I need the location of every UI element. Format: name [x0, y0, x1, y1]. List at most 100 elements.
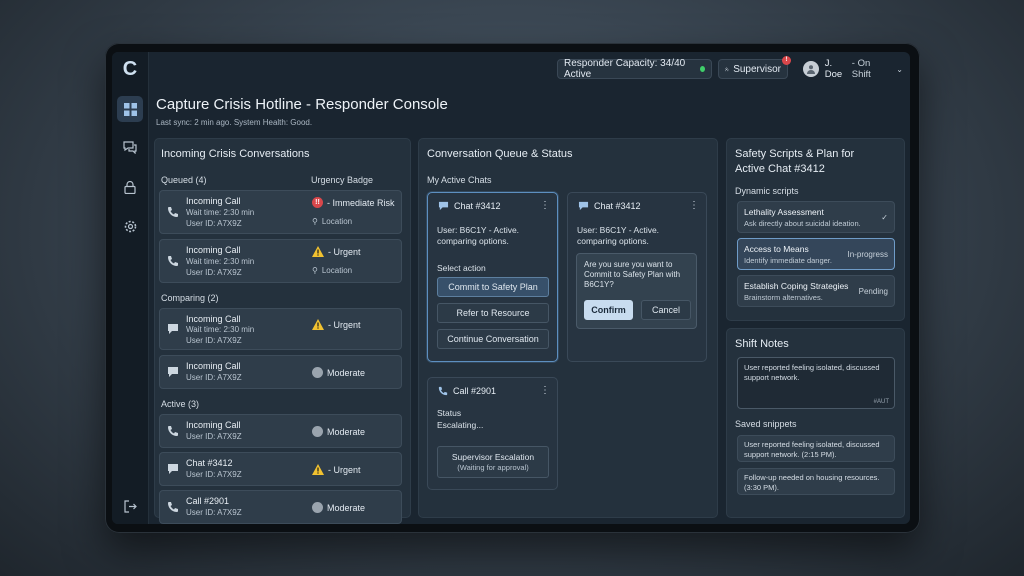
comparing-group-label: Comparing (2)	[161, 293, 219, 303]
user-name: J. Doe	[824, 58, 843, 80]
script-item[interactable]: Access to Means Identify immediate dange…	[737, 238, 895, 270]
incoming-panel: Incoming Crisis Conversations Queued (4)…	[154, 138, 411, 524]
chat-status-line: comparing options.	[577, 236, 649, 246]
urgency-badge: Moderate	[312, 426, 365, 437]
scripts-title-chat: Active Chat #3412	[735, 163, 825, 175]
script-status: Pending	[858, 287, 888, 296]
item-title: Incoming Call	[186, 361, 241, 371]
active-chat-card[interactable]: Chat #3412 ⋮ User: B6C1Y - Active. compa…	[427, 192, 558, 362]
chat-bubbles-icon	[123, 140, 137, 154]
my-chats-label: My Active Chats	[427, 175, 492, 185]
check-icon: ✓	[881, 213, 888, 222]
script-desc: Identify immediate danger.	[744, 256, 832, 265]
notes-title: Shift Notes	[735, 338, 789, 350]
messages-nav-button[interactable]	[117, 134, 143, 160]
queue-item[interactable]: Incoming Call Wait time: 2:30 min User I…	[159, 308, 402, 350]
more-options-icon[interactable]: ⋮	[540, 200, 550, 211]
online-status-dot	[699, 66, 705, 72]
script-title: Establish Coping Strategies	[744, 281, 849, 291]
active-group-label: Active (3)	[161, 399, 200, 409]
item-user: User ID: A7X9Z	[186, 470, 242, 479]
refer-resource-button[interactable]: Refer to Resource	[437, 303, 549, 323]
item-user: User ID: A7X9Z	[186, 373, 242, 382]
chat-status-line: User: B6C1Y - Active.	[437, 225, 520, 235]
phone-icon	[168, 256, 178, 266]
user-status: - On Shift	[851, 58, 871, 80]
commit-safety-plan-button[interactable]: Commit to Safety Plan	[437, 277, 549, 297]
snippet-text: (3:30 PM).	[744, 483, 780, 492]
chat-header: Chat #3412	[578, 201, 641, 211]
urgency-header: Urgency Badge	[311, 175, 374, 185]
queue-item[interactable]: Incoming Call Wait time: 2:30 min User I…	[159, 190, 402, 234]
queue-item[interactable]: Incoming Call User ID: A7X9Z Moderate	[159, 414, 402, 448]
capacity-indicator: Responder Capacity: 34/40 Active	[557, 58, 712, 80]
continue-conversation-button[interactable]: Continue Conversation	[437, 329, 549, 349]
avatar	[803, 61, 819, 77]
script-desc: Ask directly about suicidal ideation.	[744, 219, 861, 228]
active-call-card[interactable]: Call #2901 ⋮ Status Escalating... Superv…	[427, 377, 558, 490]
supervisor-label: Supervisor	[733, 63, 781, 75]
more-options-icon[interactable]: ⋮	[540, 385, 550, 396]
confirm-text: Commit to Safety Plan with	[584, 270, 681, 279]
app-logo: C	[122, 58, 138, 80]
location-link[interactable]: ⚲ Location	[312, 217, 352, 226]
item-title: Incoming Call	[186, 196, 241, 206]
saved-snippet[interactable]: Follow-up needed on housing resources. (…	[737, 468, 895, 495]
settings-nav-button[interactable]	[117, 213, 143, 239]
sync-status: Last sync: 2 min ago. System Health: Goo…	[156, 118, 313, 127]
chat-icon	[438, 201, 449, 211]
item-title: Chat #3412	[186, 458, 233, 468]
gear-icon	[124, 220, 136, 232]
queue-item[interactable]: Incoming Call Wait time: 2:30 min User I…	[159, 239, 402, 283]
queue-title: Conversation Queue & Status	[427, 148, 573, 160]
urgency-badge: Moderate	[312, 367, 365, 378]
badge-text: Moderate	[327, 367, 366, 378]
badge-text: - Urgent	[328, 246, 361, 257]
cancel-button[interactable]: Cancel	[641, 300, 691, 320]
immediate-risk-icon: !!	[312, 197, 323, 208]
security-nav-button[interactable]	[117, 174, 143, 200]
moderate-icon	[312, 426, 323, 437]
chat-status-line: User: B6C1Y - Active.	[577, 225, 660, 235]
active-chat-card[interactable]: Chat #3412 ⋮ User: B6C1Y - Active. compa…	[567, 192, 707, 362]
script-desc: Brainstorm alternatives.	[744, 293, 823, 302]
call-header: Call #2901	[438, 386, 496, 396]
saved-snippet[interactable]: User reported feeling isolated, discusse…	[737, 435, 895, 462]
note-text: support network.	[744, 373, 800, 382]
badge-text: - Immediate Risk	[327, 197, 395, 208]
queue-item[interactable]: Chat #3412 User ID: A7X9Z - Urgent	[159, 452, 402, 486]
supervisor-escalation-button[interactable]: Supervisor Escalation (Waiting for appro…	[437, 446, 549, 478]
script-item[interactable]: Establish Coping Strategies Brainstorm a…	[737, 275, 895, 307]
logout-nav-button[interactable]	[117, 493, 143, 519]
confirm-text: B6C1Y?	[584, 280, 614, 289]
queue-item[interactable]: Incoming Call User ID: A7X9Z Moderate	[159, 355, 402, 389]
logout-icon	[123, 499, 137, 513]
chat-title: Chat #3412	[594, 201, 641, 211]
more-options-icon[interactable]: ⋮	[689, 200, 699, 211]
urgency-badge: - Urgent	[312, 246, 361, 257]
script-title: Lethality Assessment	[744, 207, 824, 217]
queue-panel: Conversation Queue & Status My Active Ch…	[418, 138, 718, 518]
user-menu[interactable]: J. Doe - On Shift ⌄	[803, 58, 903, 80]
lock-icon	[124, 180, 136, 194]
location-link[interactable]: ⚲ Location	[312, 266, 352, 275]
script-status: In-progress	[847, 250, 888, 259]
badge-text: - Urgent	[328, 464, 361, 475]
item-wait: Wait time: 2:30 min	[186, 257, 255, 266]
confirm-dialog: Are you sure you want to Commit to Safet…	[576, 253, 697, 329]
call-status: Escalating...	[437, 420, 484, 430]
phone-icon	[168, 207, 178, 217]
queue-item[interactable]: Call #2901 User ID: A7X9Z Moderate	[159, 490, 402, 524]
confirm-button[interactable]: Confirm	[584, 300, 633, 320]
item-title: Incoming Call	[186, 314, 241, 324]
escalation-sublabel: (Waiting for approval)	[457, 463, 529, 472]
script-item[interactable]: Lethality Assessment Ask directly about …	[737, 201, 895, 233]
phone-icon	[168, 502, 178, 512]
autosave-indicator: #AUT	[873, 399, 889, 405]
urgency-badge: - Urgent	[312, 319, 361, 330]
shift-notes-panel: Shift Notes User reported feeling isolat…	[726, 328, 905, 518]
dashboard-nav-button[interactable]	[117, 96, 143, 122]
chat-status-line: comparing options.	[437, 236, 509, 246]
supervisor-button[interactable]: Supervisor	[718, 59, 788, 79]
shift-notes-textarea[interactable]: User reported feeling isolated, discusse…	[737, 357, 895, 409]
